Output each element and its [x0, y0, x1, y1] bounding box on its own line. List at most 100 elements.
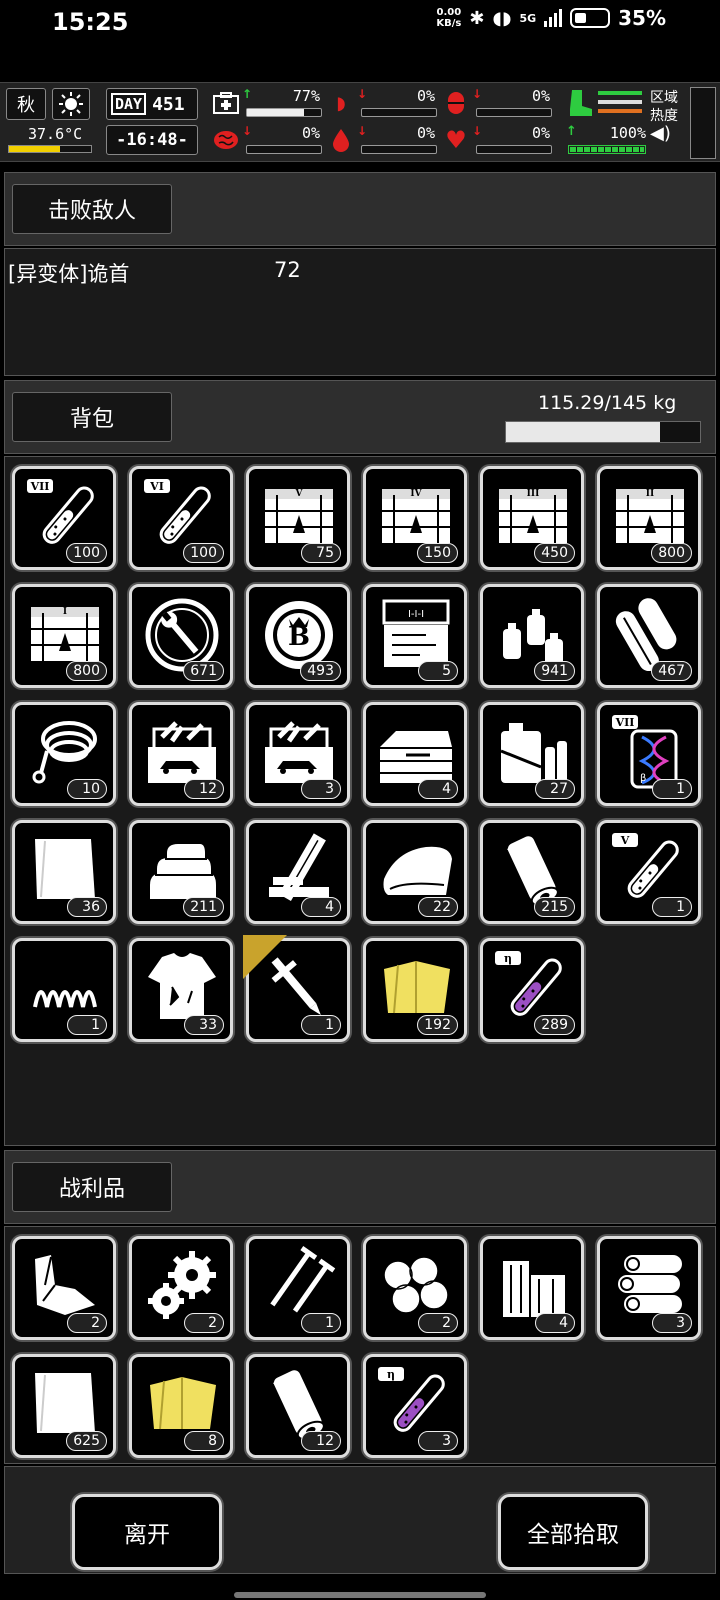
loot-slot[interactable]: 3	[597, 1236, 701, 1340]
stat-value: 0%	[531, 124, 550, 142]
backpack-slot[interactable]: 1	[243, 935, 350, 1042]
backpack-weight: 115.29/145 kg	[538, 392, 677, 414]
svg-text:η: η	[387, 1368, 395, 1381]
heart-stat[interactable]: ♥ ↓ 0%	[442, 124, 554, 156]
item-count: 800	[66, 661, 107, 681]
backpack-slot[interactable]: I-I-I 5	[363, 584, 467, 688]
season-badge: 秋	[6, 88, 46, 120]
stamina-legend	[566, 87, 648, 119]
backpack-slot[interactable]: 211	[129, 820, 233, 924]
item-count: 22	[418, 897, 458, 917]
backpack-slot[interactable]: 27	[480, 702, 584, 806]
backpack-slot[interactable]: II 800	[597, 466, 701, 570]
loot-slot[interactable]: 2	[129, 1236, 233, 1340]
loot-slot[interactable]: 4	[480, 1236, 584, 1340]
tab-loot[interactable]: 战利品	[12, 1162, 172, 1212]
backpack-slot[interactable]: VII β 1	[597, 702, 701, 806]
item-count: 467	[651, 661, 692, 681]
item-count: 5	[418, 661, 458, 681]
item-count: 2	[67, 1313, 107, 1333]
tab-backpack[interactable]: 背包	[12, 392, 172, 442]
backpack-slot[interactable]: 215	[480, 820, 584, 924]
hunger-stat[interactable]: ◗ ↓ 0%	[327, 87, 439, 119]
home-indicator[interactable]	[234, 1592, 486, 1598]
backpack-slot[interactable]: 4	[363, 702, 467, 806]
stat-arrow: ↓	[242, 124, 253, 138]
backpack-slot[interactable]: 941	[480, 584, 584, 688]
thirst-stat[interactable]: ↓ 0%	[327, 124, 439, 156]
backpack-slot[interactable]: 4	[246, 820, 350, 924]
svg-text:VI: VI	[149, 480, 164, 493]
item-count: 12	[301, 1431, 341, 1451]
mind-stat[interactable]: ↓ 0%	[212, 124, 324, 156]
stat-arrow: ↓	[472, 124, 483, 138]
loot-slot[interactable]: 625	[12, 1354, 116, 1458]
backpack-slot[interactable]: 22	[363, 820, 467, 924]
backpack-slot[interactable]: 3	[246, 702, 350, 806]
backpack-slot[interactable]: 467	[597, 584, 701, 688]
weight-bar	[505, 421, 701, 443]
item-count: 4	[301, 897, 341, 917]
item-count: 1	[301, 1015, 341, 1035]
leave-button[interactable]: 离开	[72, 1494, 222, 1570]
svg-text:η: η	[504, 952, 512, 965]
loot-slot[interactable]: 12	[246, 1354, 350, 1458]
loot-slot[interactable]: 2	[12, 1236, 116, 1340]
sun-icon	[52, 88, 90, 120]
item-count: 10	[67, 779, 107, 799]
tab-defeated-enemies[interactable]: 击败敌人	[12, 184, 172, 234]
stat-value: 0%	[301, 124, 320, 142]
speaker-icon[interactable]: ◀)	[650, 125, 684, 143]
backpack-slot[interactable]: 1	[12, 938, 116, 1042]
backpack-slot[interactable]: 36	[12, 820, 116, 924]
backpack-slot[interactable]: η 289	[480, 938, 584, 1042]
stomach-icon: ◗	[336, 92, 346, 114]
backpack-slot[interactable]: 671	[129, 584, 233, 688]
loot-slot[interactable]: 2	[363, 1236, 467, 1340]
backpack-slot[interactable]: 192	[363, 938, 467, 1042]
item-count: 211	[183, 897, 224, 917]
backpack-slot[interactable]: III 450	[480, 466, 584, 570]
backpack-slot[interactable]: VII 100	[12, 466, 116, 570]
backpack-slot[interactable]: 12	[129, 702, 233, 806]
item-count: 27	[535, 779, 575, 799]
earbuds-icon: ◖◗	[492, 7, 512, 29]
stamina-arrow: ↑	[566, 124, 577, 139]
heart-icon: ♥	[445, 126, 467, 154]
loot-slot[interactable]: 1	[246, 1236, 350, 1340]
loot-slot[interactable]: 8	[129, 1354, 233, 1458]
network-speed: 0.00 KB/s	[436, 7, 462, 29]
svg-text:I-I-I: I-I-I	[408, 609, 424, 620]
loot-slot[interactable]: η3	[363, 1354, 467, 1458]
medkit-icon	[212, 91, 240, 115]
backpack-slot[interactable]: I 800	[12, 584, 116, 688]
backpack-slot[interactable]: V 75	[246, 466, 350, 570]
backpack-slot[interactable]: VI 100	[129, 466, 233, 570]
svg-text:β: β	[640, 773, 646, 784]
item-count: 1	[652, 897, 692, 917]
medicine-stat[interactable]: ↓ 0%	[442, 87, 554, 119]
svg-text:VII: VII	[30, 480, 50, 493]
stat-value: 0%	[531, 87, 550, 105]
item-count: 1	[301, 1313, 341, 1333]
item-count: 941	[534, 661, 575, 681]
backpack-slot[interactable]: 33	[129, 938, 233, 1042]
item-count: 100	[66, 543, 107, 563]
svg-text:IV: IV	[410, 489, 422, 499]
svg-text:V: V	[620, 834, 630, 847]
backpack-slot[interactable]: IV 150	[363, 466, 467, 570]
take-all-button[interactable]: 全部拾取	[498, 1494, 648, 1570]
item-count: 4	[535, 1313, 575, 1333]
item-count: 2	[184, 1313, 224, 1333]
item-count: 3	[418, 1431, 458, 1451]
health-stat[interactable]: ↑ 77%	[212, 87, 324, 119]
item-count: 215	[534, 897, 575, 917]
temperature-value: 37.6°C	[28, 125, 83, 143]
stamina-stat[interactable]: ↑ 100%	[566, 124, 648, 156]
enemy-count: 72	[274, 258, 301, 282]
backpack-slot[interactable]: V1	[597, 820, 701, 924]
backpack-slot[interactable]: B 493	[246, 584, 350, 688]
backpack-slot[interactable]: 10	[12, 702, 116, 806]
area-heat-meter	[690, 87, 716, 159]
stat-arrow: ↓	[357, 87, 368, 101]
